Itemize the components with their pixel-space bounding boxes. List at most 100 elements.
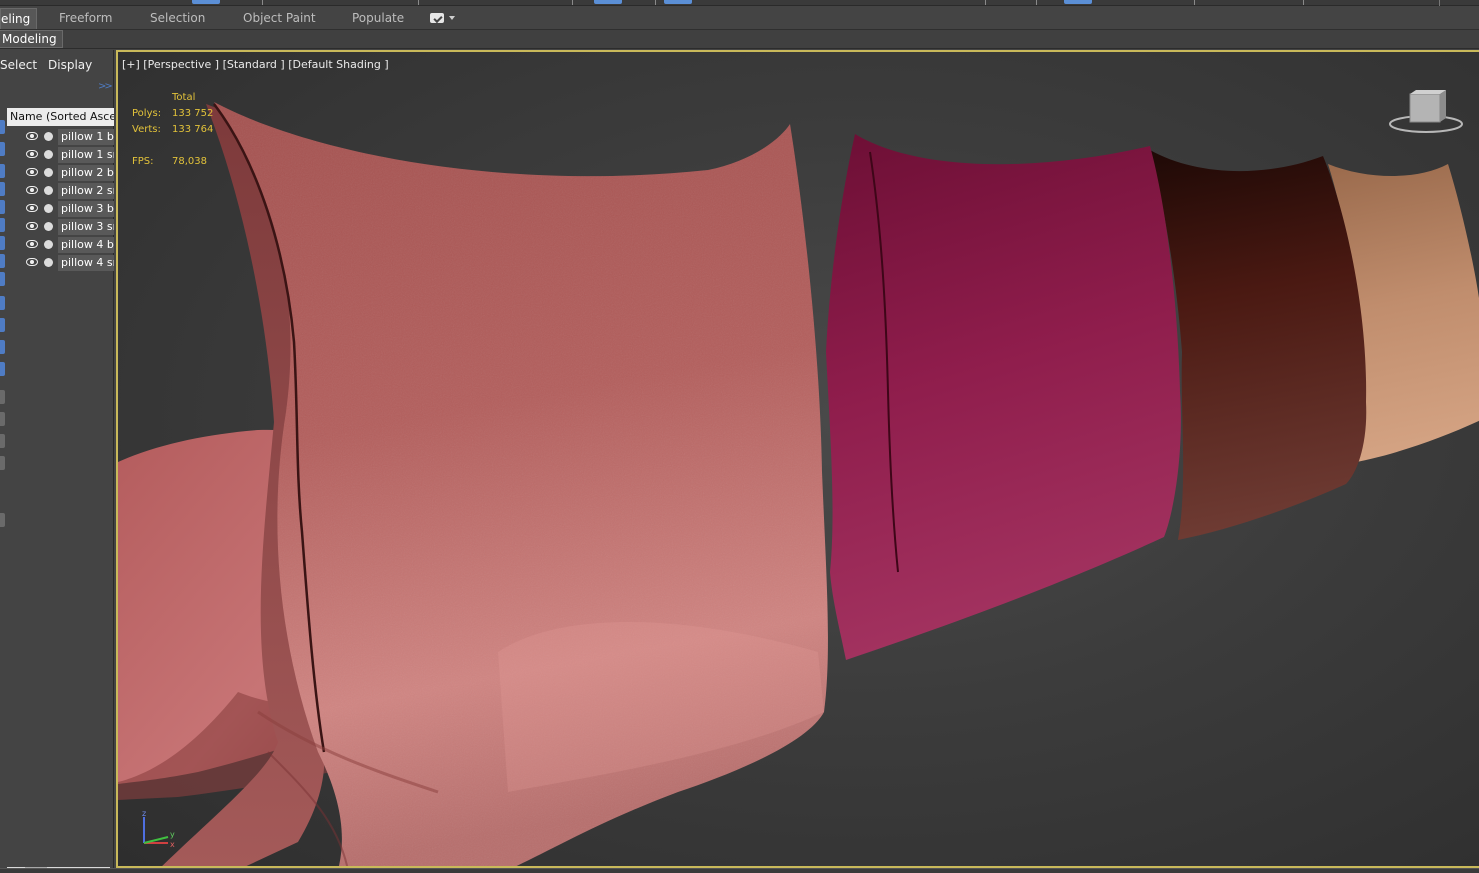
tab-modeling[interactable]: eling [0,8,38,29]
axis-tripod-icon: z x y [142,809,175,849]
scene-explorer-menu: Select Display [0,58,114,76]
object-name[interactable]: pillow 4 small [58,255,114,271]
filter-button[interactable] [0,412,5,426]
menu-display[interactable]: Display [48,58,92,72]
list-item[interactable]: pillow 2 small [7,182,114,200]
filter-button[interactable] [0,362,5,376]
double-chevron-right-icon[interactable]: >> [98,81,113,92]
menu-select[interactable]: Select [0,58,37,72]
viewcube-face[interactable] [1409,93,1441,123]
tab-freeform[interactable]: Freeform [59,8,112,29]
window-control-button[interactable] [1439,0,1475,6]
stats-total-header: Total [172,92,196,103]
list-item[interactable]: pillow 1 small [7,146,114,164]
toolbar-divider [1036,0,1037,5]
viewcube-icon[interactable] [1386,88,1466,138]
filter-button[interactable] [0,142,5,156]
render-dot-icon[interactable] [44,168,53,177]
render-dot-icon[interactable] [44,204,53,213]
viewcube-top[interactable] [1410,90,1446,94]
toolbar-divider [985,0,986,5]
render-dot-icon[interactable] [44,258,53,267]
render-dot-icon[interactable] [44,150,53,159]
toolbar-divider [655,0,656,5]
viewcube-side[interactable] [1440,90,1446,122]
polys-label: Polys: [132,108,162,119]
toolbar-divider [1303,0,1304,5]
eye-icon[interactable] [26,150,38,158]
list-item[interactable]: pillow 2 big [7,164,114,182]
ribbon-options-icon[interactable] [430,13,456,25]
column-header-name[interactable]: Name (Sorted Ascending) [7,108,114,126]
eye-icon[interactable] [26,222,38,230]
render-dot-icon[interactable] [44,222,53,231]
render-dot-icon[interactable] [44,240,53,249]
filter-button[interactable] [0,390,5,404]
object-name[interactable]: pillow 2 big [58,165,114,181]
eye-icon[interactable] [26,132,38,140]
eye-icon[interactable] [26,240,38,248]
explorer-toolstrip [0,108,6,873]
filter-button[interactable] [0,318,5,332]
verts-value: 133 764 [172,124,214,135]
render-dot-icon[interactable] [44,132,53,141]
scene-explorer: Select Display >> Name (Sorted Ascending… [0,50,114,873]
object-name[interactable]: pillow 4 big [58,237,114,253]
list-item[interactable]: pillow 4 small [7,254,114,272]
filter-button[interactable] [0,254,5,268]
quick-access-button[interactable] [192,0,220,4]
filter-button[interactable] [0,513,5,527]
chevron-down-icon [449,16,455,20]
filter-button[interactable] [0,434,5,448]
filter-button[interactable] [0,296,5,310]
fps-label: FPS: [132,156,154,167]
toolbar-divider [262,0,263,5]
filter-button[interactable] [0,340,5,354]
ribbon-panel-bar: Modeling [0,30,1479,49]
quick-access-button[interactable] [594,0,622,4]
toolbar-divider [418,0,419,5]
filter-button[interactable] [0,272,5,286]
filter-button[interactable] [0,120,5,134]
toolbar-divider [1194,0,1195,5]
quick-access-button[interactable] [1064,0,1092,4]
pillow-3-render [1150,150,1367,540]
quick-access-button[interactable] [664,0,692,4]
tab-object-paint[interactable]: Object Paint [243,8,316,29]
filter-button[interactable] [0,200,5,214]
object-name[interactable]: pillow 1 small [58,147,114,163]
tab-selection[interactable]: Selection [150,8,205,29]
z-axis-label: z [142,809,146,818]
object-name[interactable]: pillow 1 big [58,129,114,145]
object-name[interactable]: pillow 3 big [58,201,114,217]
list-item[interactable]: pillow 3 big [7,200,114,218]
filter-button[interactable] [0,218,5,232]
polygon-modeling-button[interactable]: Modeling [0,30,63,48]
scene-render[interactable] [118,52,1479,868]
list-item[interactable]: pillow 4 big [7,236,114,254]
list-item[interactable]: pillow 3 small [7,218,114,236]
toolbar-divider [572,0,573,5]
pillow-2-render [826,134,1181,660]
object-name[interactable]: pillow 2 small [58,183,114,199]
eye-icon[interactable] [26,258,38,266]
filter-button[interactable] [0,164,5,178]
y-axis-label: y [170,830,175,839]
x-axis-label: x [170,840,175,849]
polys-value: 133 752 [172,108,214,119]
eye-icon[interactable] [26,204,38,212]
eye-icon[interactable] [26,186,38,194]
render-dot-icon[interactable] [44,186,53,195]
filter-button[interactable] [0,182,5,196]
verts-label: Verts: [132,124,161,135]
filter-button[interactable] [0,236,5,250]
tab-populate[interactable]: Populate [352,8,404,29]
object-name[interactable]: pillow 3 small [58,219,114,235]
filter-button[interactable] [0,456,5,470]
viewport-label[interactable]: [+] [Perspective ] [Standard ] [Default … [122,58,389,71]
title-strip [0,0,1479,6]
eye-icon[interactable] [26,168,38,176]
perspective-viewport[interactable]: [+] [Perspective ] [Standard ] [Default … [116,50,1479,868]
list-item[interactable]: pillow 1 big [7,128,114,146]
ribbon-options-box [430,13,444,23]
